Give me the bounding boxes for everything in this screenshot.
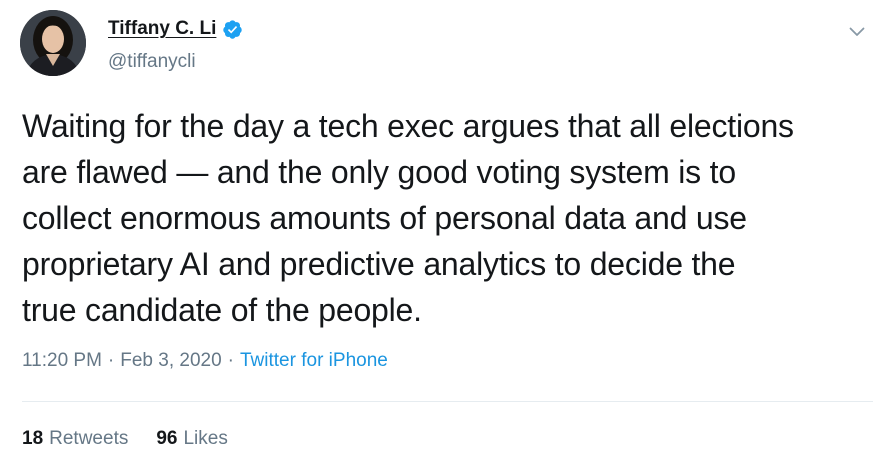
user-handle[interactable]: @tiffanycli [108, 51, 196, 73]
avatar[interactable] [20, 10, 86, 76]
tweet-meta: 11:20 PM · Feb 3, 2020 · Twitter for iPh… [22, 350, 388, 372]
tweet-card: Tiffany C. Li @tiffanycli Waiting for th… [0, 0, 889, 471]
meta-separator: · [107, 350, 115, 371]
meta-separator: · [227, 350, 234, 371]
likes-count: 96 [156, 428, 178, 449]
retweets-count: 18 [22, 428, 44, 449]
retweets-label: Retweets [49, 428, 129, 449]
tweet-text: Waiting for the day a tech exec argues t… [22, 108, 794, 328]
chevron-down-icon [849, 24, 865, 42]
likes-stat[interactable]: 96 Likes [156, 428, 228, 450]
display-name[interactable]: Tiffany C. Li [108, 18, 216, 40]
tweet-stats: 18 Retweets 96 Likes [22, 428, 228, 450]
tweet-source-link[interactable]: Twitter for iPhone [240, 350, 388, 372]
name-row: Tiffany C. Li [108, 18, 243, 40]
tweet-date[interactable]: Feb 3, 2020 [120, 350, 221, 372]
verified-badge-icon [222, 19, 243, 40]
likes-label: Likes [183, 428, 228, 449]
retweets-stat[interactable]: 18 Retweets [22, 428, 128, 450]
more-options-button[interactable] [842, 18, 872, 48]
divider [22, 401, 873, 402]
tweet-time[interactable]: 11:20 PM [22, 350, 102, 372]
avatar-image [20, 10, 86, 76]
